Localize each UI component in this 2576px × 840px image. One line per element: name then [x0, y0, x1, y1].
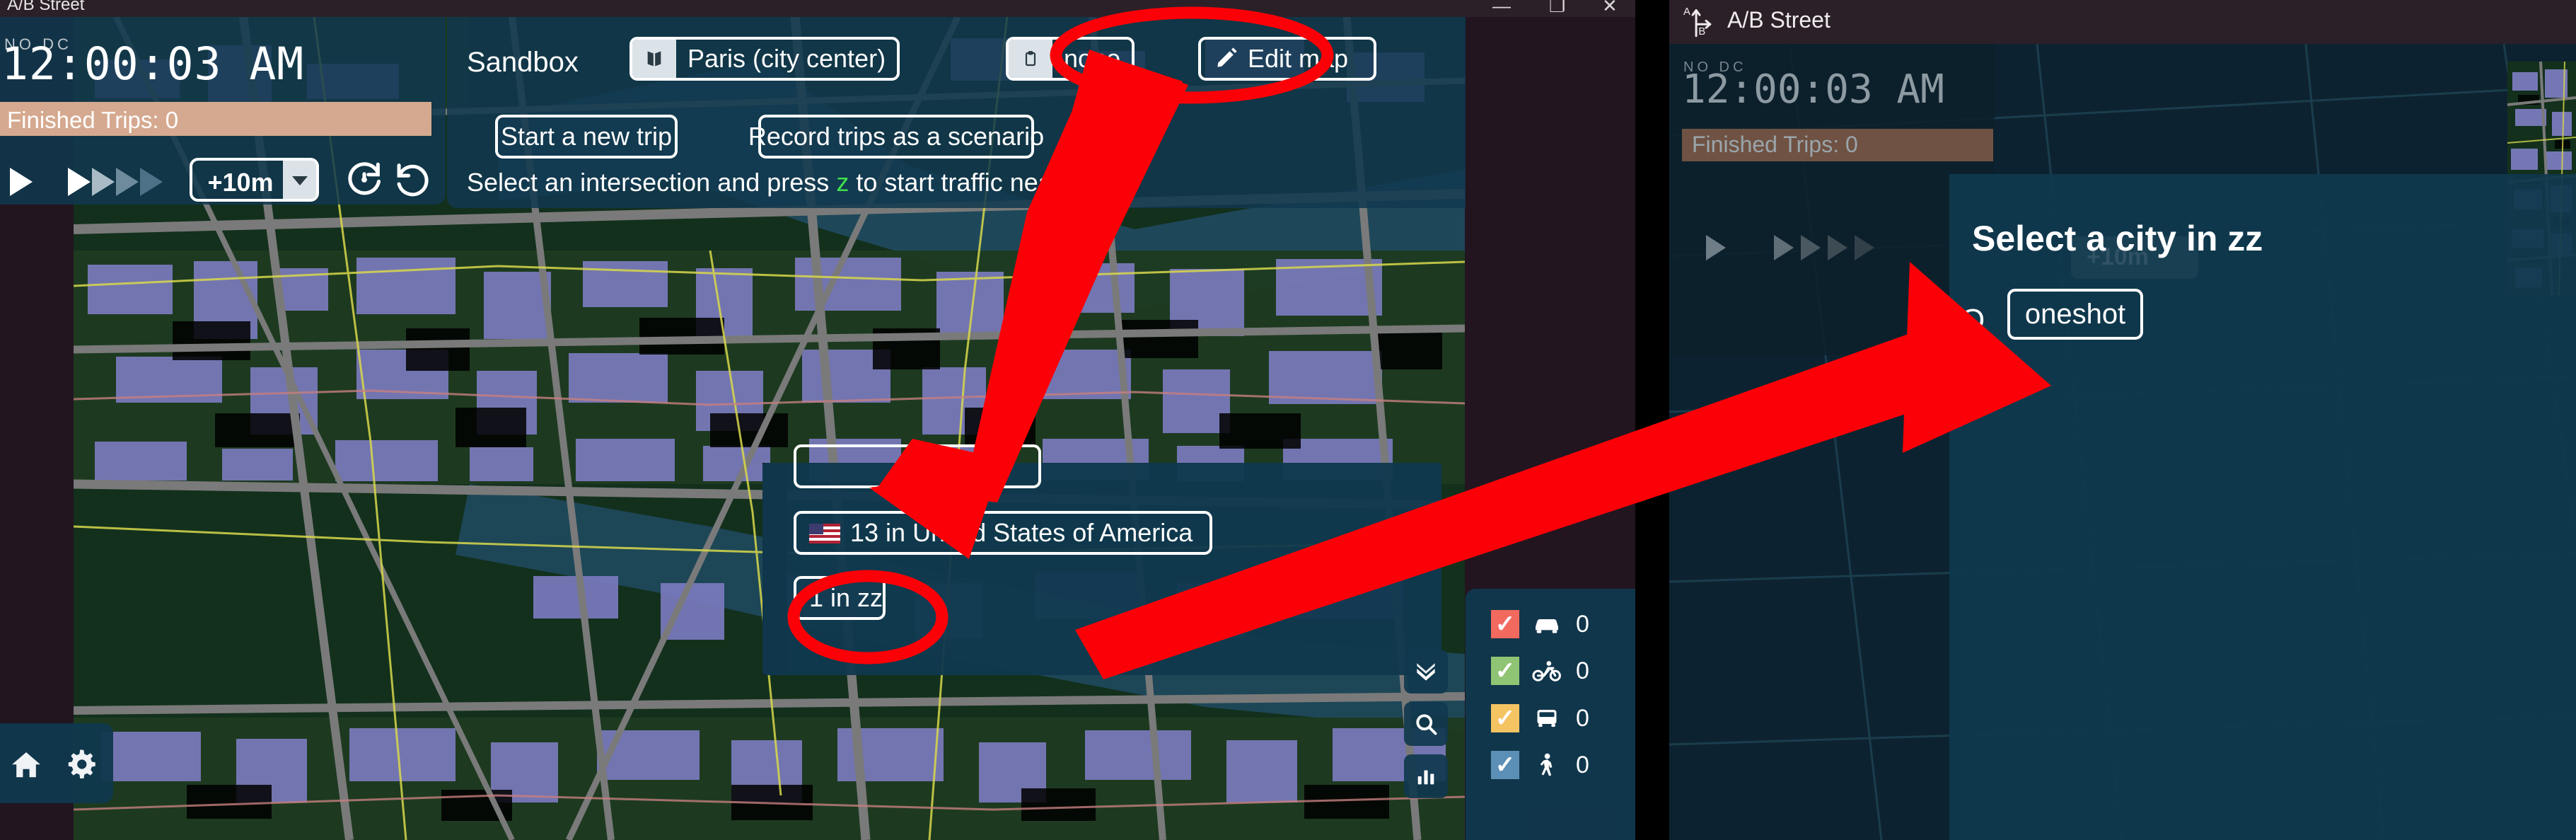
pedestrian-icon — [1531, 753, 1563, 777]
edit-map-button[interactable]: Edit map — [1198, 37, 1377, 81]
scenario-picker-label: none — [1064, 44, 1121, 73]
bus-icon — [1531, 707, 1563, 730]
city-group-label-zz: 1 in zz — [809, 583, 883, 612]
car-icon — [1531, 614, 1563, 635]
left-window-title: A/B Street — [7, 0, 85, 14]
map-picker-button[interactable]: Paris (city center) — [630, 37, 900, 81]
clipboard-icon — [1009, 40, 1052, 78]
bus-count: 0 — [1576, 704, 1589, 732]
sim-clock: 12:00:03 AM — [1, 38, 305, 90]
left-window: A/B Street — ❐ ✕ NO DC 12:00:03 AM Finis… — [0, 0, 1635, 840]
scenario-picker-button[interactable]: none — [1006, 37, 1135, 81]
undo-sim-icon[interactable] — [390, 159, 431, 200]
agent-row-pedestrian[interactable]: ✓ 0 — [1491, 751, 1589, 779]
svg-text:B: B — [1698, 26, 1705, 38]
reset-sim-icon[interactable] — [344, 159, 385, 200]
bike-count: 0 — [1576, 657, 1589, 684]
chart-icon[interactable] — [1404, 754, 1448, 798]
city-picker-panel: 13 in United States of America 1 in zz — [762, 444, 1441, 675]
right-sim-clock: 12:00:03 AM — [1682, 67, 1944, 113]
flag-usa-icon — [809, 522, 840, 544]
pedestrian-count: 0 — [1576, 751, 1589, 778]
sim-playback-controls: +10m — [0, 155, 446, 205]
left-window-titlebar[interactable]: A/B Street — ❐ ✕ — [0, 0, 1635, 17]
svg-text:A: A — [1683, 6, 1690, 18]
right-window-titlebar[interactable]: A B A/B Street — [1669, 0, 2576, 44]
home-icon[interactable] — [10, 749, 42, 781]
fast-forward-icon-3[interactable] — [116, 168, 139, 196]
minimize-icon[interactable]: — — [1492, 0, 1511, 15]
bottom-left-tools-panel — [0, 723, 113, 803]
right-finished-trips-label: Finished Trips: 0 — [1692, 132, 1858, 157]
pencil-icon — [1215, 45, 1239, 73]
right-fast-forward-icon-2[interactable] — [1801, 235, 1821, 260]
city-group-label-usa: 13 in United States of America — [850, 518, 1193, 547]
start-new-trip-button[interactable]: Start a new trip — [495, 115, 678, 159]
map-picker-label: Paris (city center) — [687, 44, 886, 73]
chevron-down-icon[interactable] — [283, 161, 316, 199]
sandbox-title: Sandbox — [467, 47, 579, 78]
layers-icon[interactable] — [1404, 650, 1448, 694]
right-simulation-hud-panel: NO DC 12:00:03 AM Finished Trips: 0 — [1669, 44, 1995, 355]
hint-key: z — [836, 168, 849, 197]
bike-icon — [1531, 660, 1563, 682]
close-icon[interactable]: ✕ — [1602, 0, 1618, 15]
map-icon — [632, 40, 676, 78]
city-group-button-0[interactable] — [794, 444, 1041, 488]
sandbox-mode-panel: Sandbox Paris (city center) none Edit ma… — [447, 17, 1466, 208]
right-finished-trips-bar: Finished Trips: 0 — [1682, 129, 1993, 161]
record-scenario-button[interactable]: Record trips as a scenario — [748, 115, 1044, 159]
pedestrian-checkbox[interactable]: ✓ — [1491, 751, 1519, 779]
jump-time-label: +10m — [207, 168, 274, 197]
agent-row-bike[interactable]: ✓ 0 — [1491, 657, 1589, 685]
finished-trips-label: Finished Trips: 0 — [7, 107, 179, 133]
simulation-hud-panel: NO DC 12:00:03 AM Finished Trips: 0 +10m — [0, 17, 446, 205]
fast-forward-icon-1[interactable] — [68, 168, 91, 196]
hint-part-1: Select an intersection and press — [467, 168, 837, 197]
right-fast-forward-icon-1[interactable] — [1774, 235, 1794, 260]
right-window: A B A/B Street NO DC 12:00:03 AM Finishe… — [1669, 0, 2576, 840]
right-window-title: A/B Street — [1727, 7, 1831, 33]
gear-icon[interactable] — [64, 747, 98, 781]
fast-forward-icon-2[interactable] — [92, 168, 115, 196]
search-icon[interactable] — [1404, 702, 1448, 746]
city-group-button-usa[interactable]: 13 in United States of America — [794, 511, 1212, 555]
agent-row-car[interactable]: ✓ 0 — [1491, 610, 1589, 638]
sandbox-hint-text: Select an intersection and press z to st… — [467, 168, 1088, 197]
finished-trips-bar: Finished Trips: 0 — [0, 102, 431, 136]
city-group-letter: O — [1961, 303, 1985, 338]
hint-part-2: to start traffic nearby — [849, 168, 1088, 197]
city-button-oneshot[interactable]: oneshot — [2007, 289, 2143, 340]
city-group-button-zz[interactable]: 1 in zz — [794, 576, 886, 620]
edit-map-label: Edit map — [1248, 44, 1349, 73]
bus-checkbox[interactable]: ✓ — [1491, 704, 1519, 732]
select-city-modal-title: Select a city in zz — [1972, 219, 2263, 258]
bike-checkbox[interactable]: ✓ — [1491, 657, 1519, 685]
fast-forward-icon-4[interactable] — [140, 168, 163, 196]
right-play-icon[interactable] — [1706, 235, 1726, 260]
agent-legend-panel: ✓ 0 ✓ 0 ✓ 0 ✓ 0 — [1466, 589, 1635, 840]
maximize-icon[interactable]: ❐ — [1549, 0, 1565, 15]
ab-street-logo-icon: A B — [1682, 6, 1717, 38]
right-fast-forward-icon-3[interactable] — [1828, 235, 1847, 260]
car-count: 0 — [1576, 610, 1589, 638]
play-icon[interactable] — [10, 168, 33, 196]
car-checkbox[interactable]: ✓ — [1491, 610, 1519, 638]
screenshot-root: A/B Street — ❐ ✕ NO DC 12:00:03 AM Finis… — [0, 0, 2576, 840]
right-fast-forward-icon-4[interactable] — [1855, 235, 1874, 260]
agent-row-bus[interactable]: ✓ 0 — [1491, 704, 1589, 732]
select-city-modal: +10m Select a city in zz O oneshot — [1949, 174, 2576, 840]
jump-time-dropdown[interactable]: +10m — [190, 158, 319, 202]
